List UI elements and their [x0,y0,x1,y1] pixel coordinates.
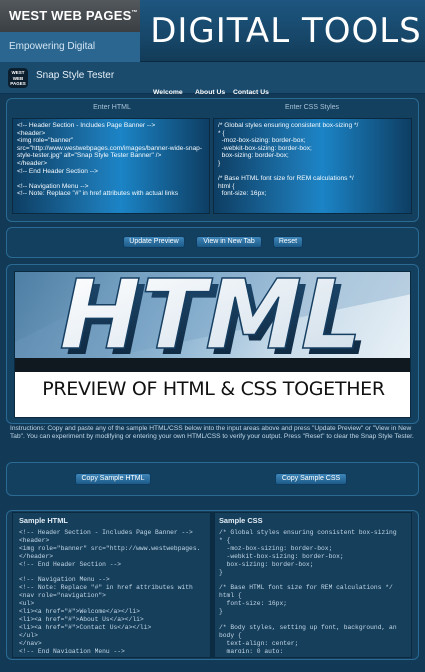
update-preview-button[interactable]: Update Preview [123,236,185,248]
html-3d-text-graphic: HTML HTML [15,272,410,358]
app-logo-icon: WEST WEB PAGES [8,68,28,88]
preview-nav-contact[interactable]: Contact Us [233,89,269,96]
copy-bar [6,462,419,496]
brand-tagline: Empowering Digital Presence [0,32,140,82]
html-input-value: <!-- Header Section - Includes Page Bann… [17,122,203,198]
css-input[interactable]: /* Global styles ensuring consistent box… [213,118,412,214]
copy-sample-css-button[interactable]: Copy Sample CSS [275,473,347,485]
preview-nav-welcome[interactable]: Welcome [153,89,183,96]
sample-css-code: /* Global styles ensuring consistent box… [219,529,397,653]
brand-name: WEST WEB PAGES™ [0,0,140,32]
preview-nav-about[interactable]: About Us [195,89,225,96]
sample-html-title: Sample HTML [19,516,68,525]
css-input-value: /* Global styles ensuring consistent box… [218,122,359,198]
preview-nav [15,358,410,372]
view-new-tab-button[interactable]: View in New Tab [196,236,262,248]
brand-block[interactable]: WEST WEB PAGES™ Empowering Digital Prese… [0,0,140,82]
banner-word: HTML [48,272,374,358]
html-input[interactable]: <!-- Header Section - Includes Page Bann… [12,118,210,214]
preview-heading: PREVIEW OF HTML & CSS TOGETHER [42,378,385,400]
instructions-text: Instructions: Copy and paste any of the … [10,425,414,440]
html-editor-label: Enter HTML [93,104,131,111]
app-title: Snap Style Tester [36,70,115,81]
css-editor-label: Enter CSS Styles [284,104,340,111]
reset-button[interactable]: Reset [273,236,303,248]
preview-frame: HTML HTML PREVIEW OF HTML & CSS TOGETHER [14,271,411,418]
preview-banner-image: HTML HTML [15,272,410,358]
samples-divider [211,512,214,658]
sample-html-code: <!-- Header Section - Includes Page Bann… [19,529,201,653]
sample-css-title: Sample CSS [219,516,263,525]
page-title: DIGITAL TOOLS [150,11,422,51]
copy-sample-html-button[interactable]: Copy Sample HTML [75,473,151,485]
